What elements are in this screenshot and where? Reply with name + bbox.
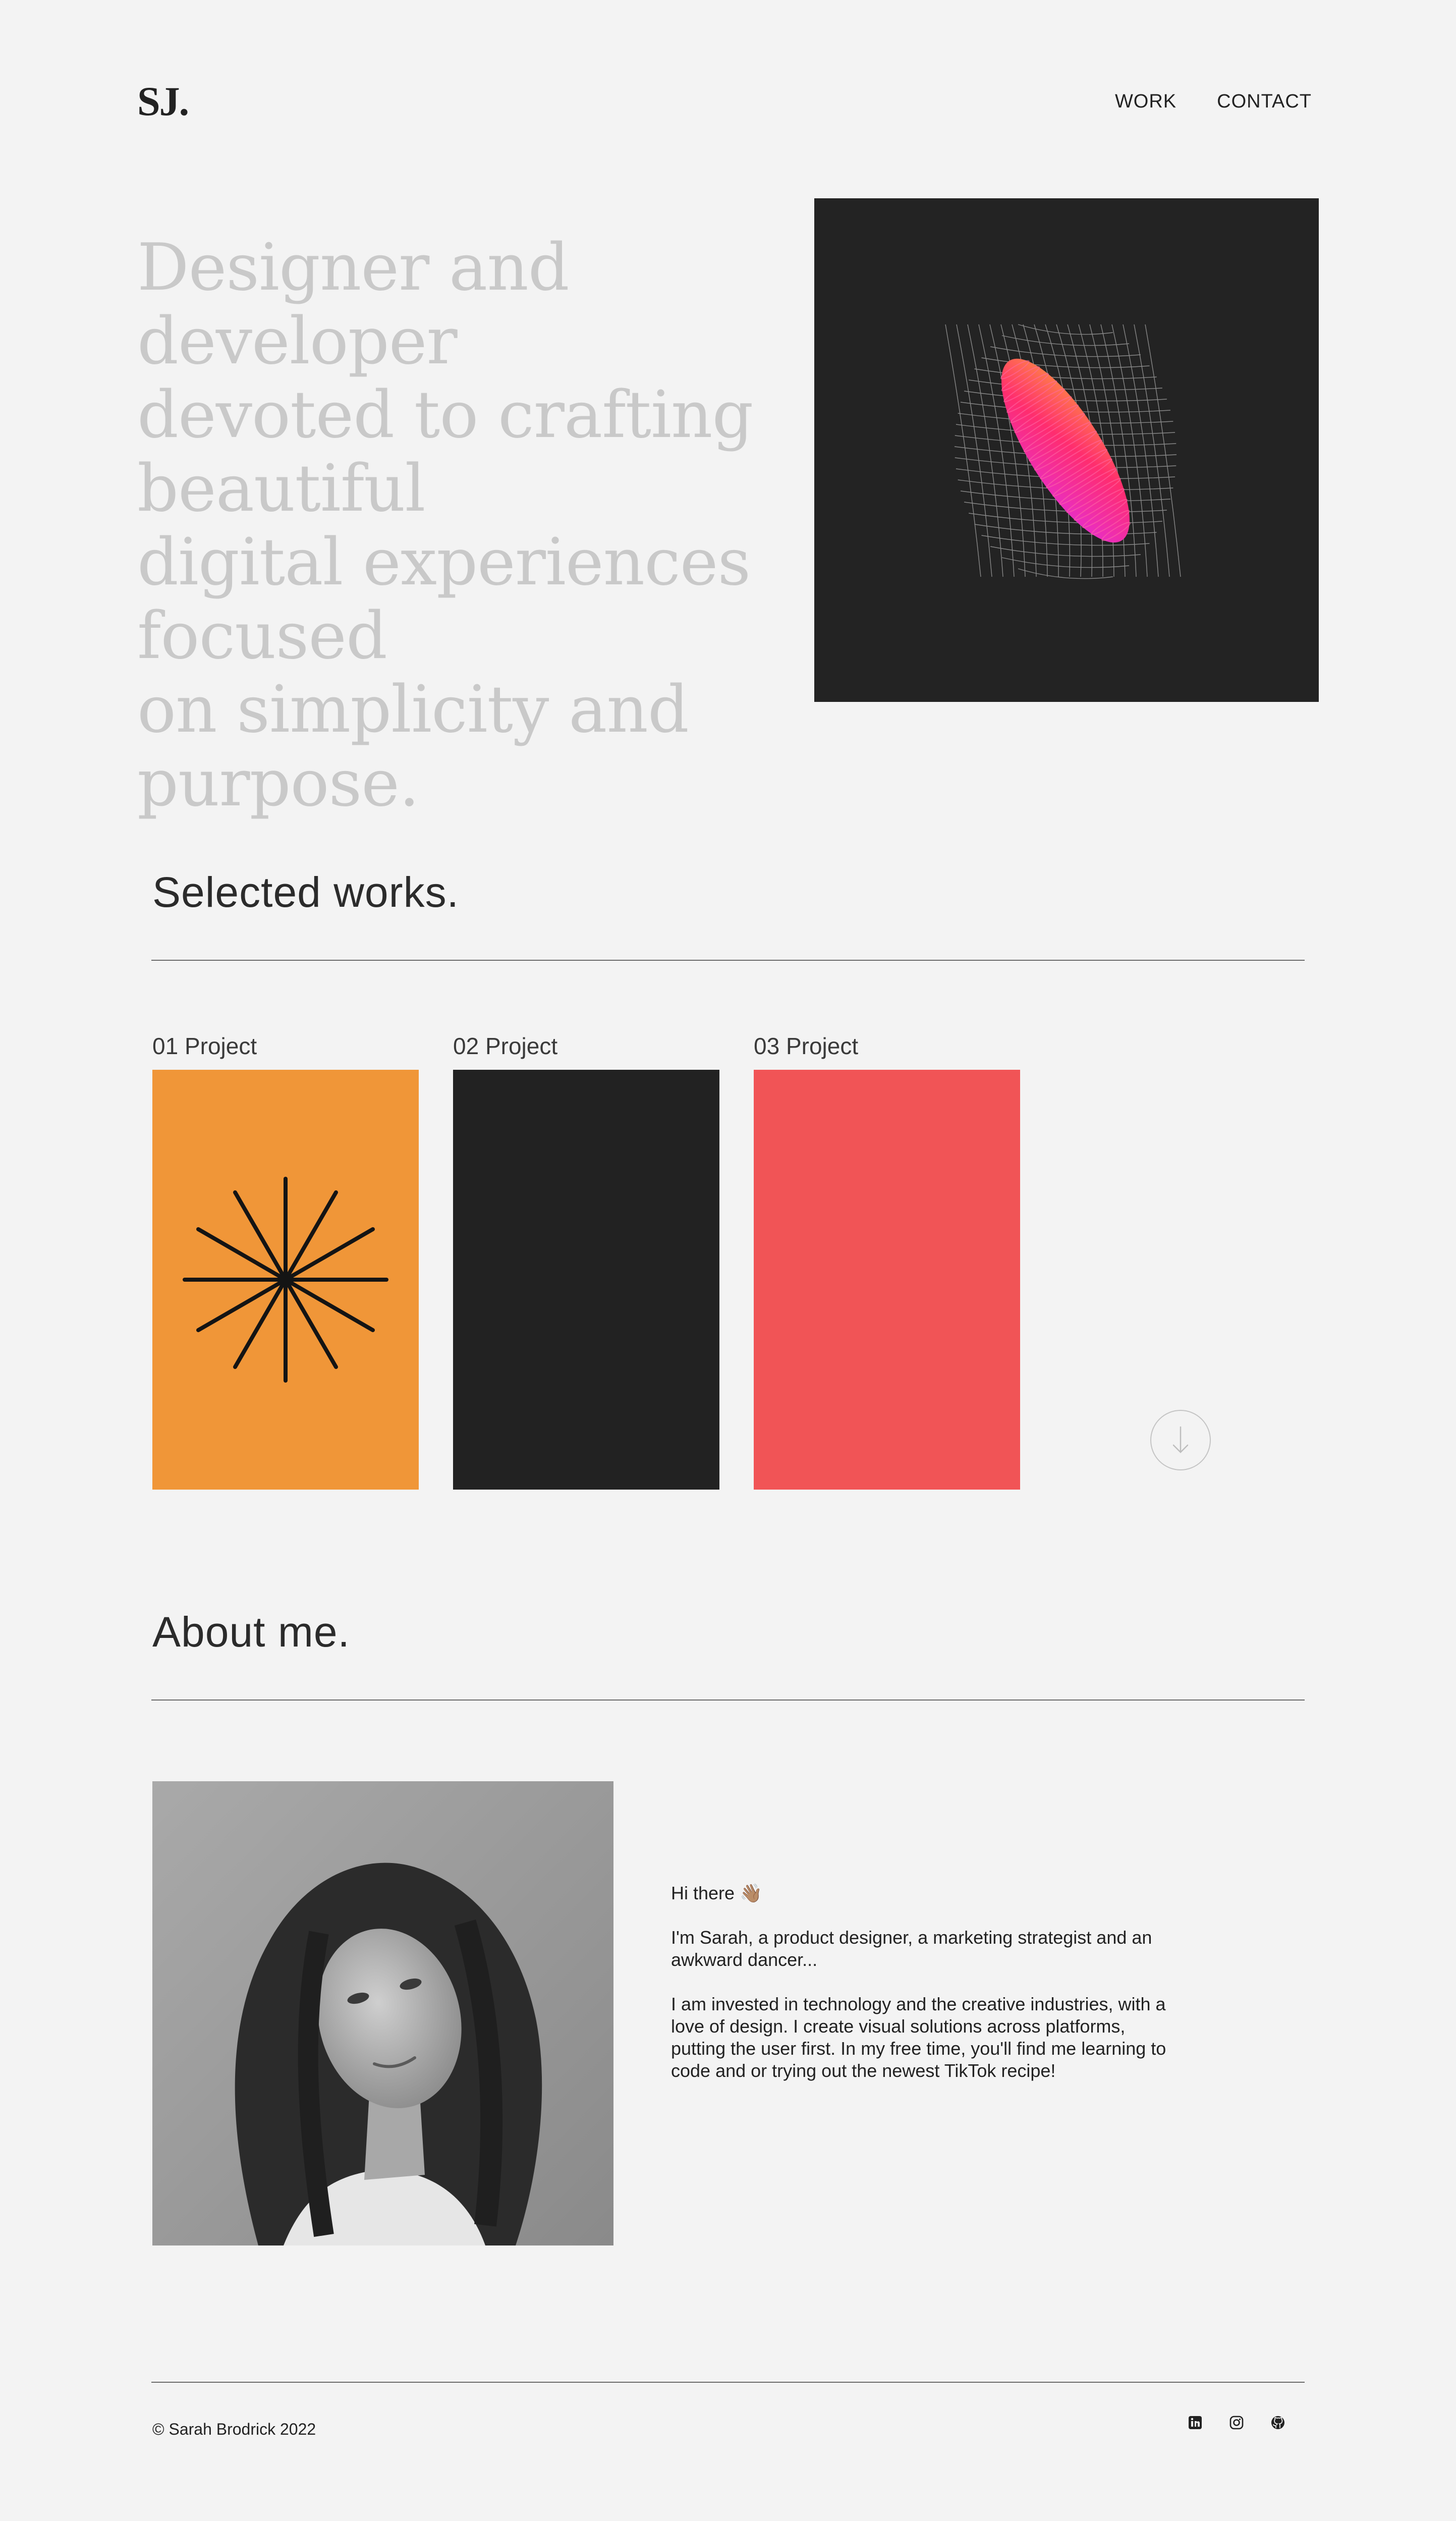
- project-label: 03 Project: [754, 1033, 859, 1059]
- nav-contact-link[interactable]: CONTACT: [1217, 91, 1312, 113]
- wireframe-line: [1018, 568, 1113, 579]
- project-label: 02 Project: [453, 1033, 558, 1059]
- wireframe-line: [1018, 324, 1113, 335]
- works-divider: [151, 960, 1305, 961]
- project-thumbnail[interactable]: [152, 1070, 419, 1490]
- wireframe-line: [1145, 324, 1181, 577]
- instagram-icon[interactable]: [1229, 2415, 1244, 2430]
- logo[interactable]: SJ.: [137, 81, 189, 122]
- wireframe-line: [969, 379, 1162, 391]
- scroll-down-button[interactable]: [1150, 1410, 1211, 1470]
- hero-line-1: Designer and developer: [137, 230, 570, 379]
- github-icon[interactable]: [1270, 2415, 1285, 2430]
- linkedin-icon[interactable]: [1188, 2415, 1203, 2430]
- project-card-2[interactable]: 02 Project: [453, 1032, 719, 1490]
- about-bio: I am invested in technology and the crea…: [671, 1994, 1166, 2081]
- project-card-3[interactable]: 03 Project: [754, 1032, 1020, 1490]
- hero-line-4: on simplicity and purpose.: [137, 672, 689, 821]
- works-title: Selected works.: [152, 868, 459, 916]
- portfolio-page: SJ. WORK CONTACT Designer and developer …: [0, 0, 1456, 2521]
- copyright-text: © Sarah Brodrick 2022: [152, 2420, 316, 2438]
- hero-line-3: digital experiences focused: [137, 525, 751, 674]
- portrait-image: [152, 1781, 613, 2245]
- hero-heading: Designer and developer devoted to crafti…: [137, 231, 894, 820]
- about-greeting: Hi there 👋🏽: [671, 1883, 762, 1903]
- main-nav: WORK CONTACT: [1115, 91, 1312, 113]
- wireframe-line: [1001, 335, 1130, 346]
- wireframe-line: [1001, 557, 1130, 568]
- project-thumbnail[interactable]: [754, 1070, 1020, 1490]
- about-title: About me.: [152, 1608, 350, 1656]
- project-card-1[interactable]: 01 Project: [152, 1032, 419, 1490]
- nav-work-link[interactable]: WORK: [1115, 91, 1177, 113]
- about-divider: [151, 1700, 1305, 1701]
- project-thumbnail[interactable]: [453, 1070, 719, 1490]
- arrow-down-icon: [1172, 1426, 1189, 1453]
- wireframe-line: [974, 524, 1157, 535]
- footer-divider: [151, 2382, 1305, 2383]
- about-intro: I'm Sarah, a product designer, a marketi…: [671, 1927, 1152, 1970]
- wireframe-line: [1123, 324, 1159, 577]
- portrait-photo: [152, 1781, 613, 2245]
- starburst-icon: [183, 1177, 388, 1383]
- about-text: Hi there 👋🏽 I'm Sarah, a product designe…: [671, 1882, 1170, 2104]
- project-label: 01 Project: [152, 1033, 257, 1059]
- social-links: [1188, 2415, 1285, 2430]
- hero-line-2: devoted to crafting beautiful: [137, 377, 753, 526]
- wireframe-line: [967, 324, 1003, 577]
